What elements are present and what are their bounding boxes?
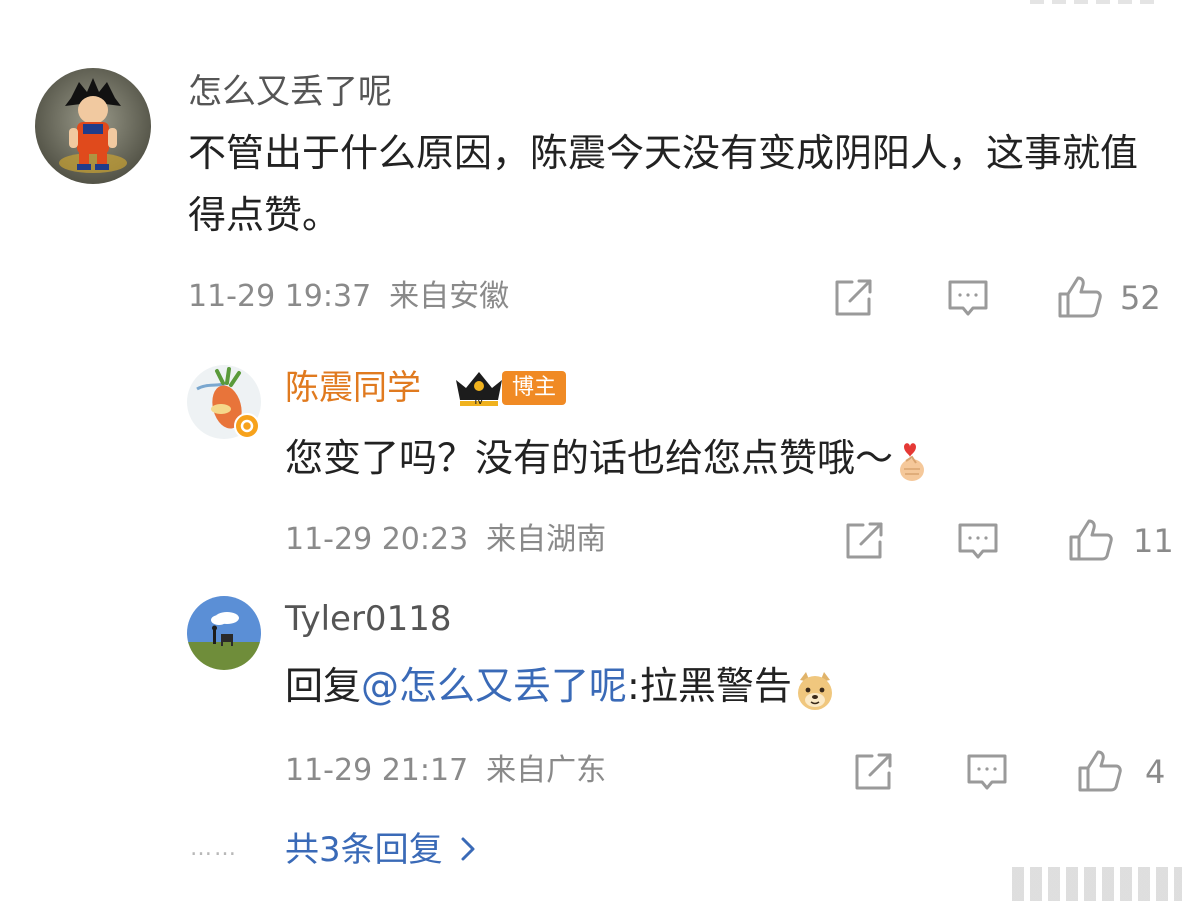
comment-meta: 11-29 20:23 来自湖南 — [285, 522, 606, 558]
share-icon[interactable] — [852, 752, 894, 792]
comment-time: 11-29 19:37 — [188, 279, 372, 314]
like-count: 11 — [1133, 522, 1174, 560]
verified-badge-icon — [234, 413, 260, 439]
comment-icon[interactable] — [965, 752, 1009, 794]
top-cut-fragment — [1030, 0, 1160, 4]
comment-time: 11-29 21:17 — [285, 753, 469, 788]
mention-link[interactable]: @怎么又丢了呢 — [361, 664, 627, 708]
finger-heart-emoji-icon — [895, 439, 929, 483]
chevron-right-icon — [459, 832, 477, 872]
vip-crown-icon: Ⅳ — [452, 368, 506, 408]
doge-emoji-icon — [794, 668, 836, 710]
like-icon[interactable] — [1076, 748, 1124, 794]
reply-prefix: 回复 — [285, 664, 362, 708]
comment-text: 您变了吗？没有的话也给您点赞哦～ — [285, 427, 929, 489]
comment-text-content: :拉黑警告 — [627, 664, 792, 708]
more-replies-label: 共3条回复 — [285, 830, 443, 870]
avatar[interactable] — [35, 68, 151, 184]
blogger-badge: 博主 — [502, 371, 567, 405]
comment-icon[interactable] — [946, 278, 990, 320]
comment-username[interactable]: Tyler0118 — [285, 599, 451, 639]
share-icon[interactable] — [832, 278, 874, 318]
share-icon[interactable] — [843, 521, 885, 561]
comment-time: 11-29 20:23 — [285, 522, 469, 557]
comment-text-content: 您变了吗？没有的话也给您点赞哦～ — [285, 436, 894, 480]
like-icon[interactable] — [1067, 517, 1115, 563]
comment-text: 回复@怎么又丢了呢:拉黑警告 — [285, 655, 836, 717]
watermark — [1012, 867, 1182, 901]
comment-icon[interactable] — [956, 521, 1000, 563]
cartoon-character-avatar-icon — [35, 68, 151, 184]
comment-username[interactable]: 怎么又丢了呢 — [188, 72, 392, 112]
more-replies-link[interactable]: 共3条回复 — [285, 830, 477, 872]
more-replies-dots: …… — [190, 836, 238, 861]
avatar[interactable] — [187, 596, 261, 670]
comment-location: 来自湖南 — [486, 522, 607, 557]
comment-meta: 11-29 19:37 来自安徽 — [188, 279, 509, 315]
comment-meta: 11-29 21:17 来自广东 — [285, 753, 606, 789]
like-icon[interactable] — [1056, 274, 1104, 320]
comment-username[interactable]: 陈震同学 — [285, 368, 421, 408]
like-count: 4 — [1145, 753, 1166, 791]
svg-text:Ⅳ: Ⅳ — [474, 396, 484, 407]
comment-text: 不管出于什么原因，陈震今天没有变成阴阳人，这事就值得点赞。 — [188, 131, 1139, 237]
like-count: 52 — [1120, 279, 1161, 317]
landscape-avatar-icon — [187, 596, 261, 670]
comment-location: 来自安徽 — [389, 279, 510, 314]
comment-location: 来自广东 — [486, 753, 607, 788]
